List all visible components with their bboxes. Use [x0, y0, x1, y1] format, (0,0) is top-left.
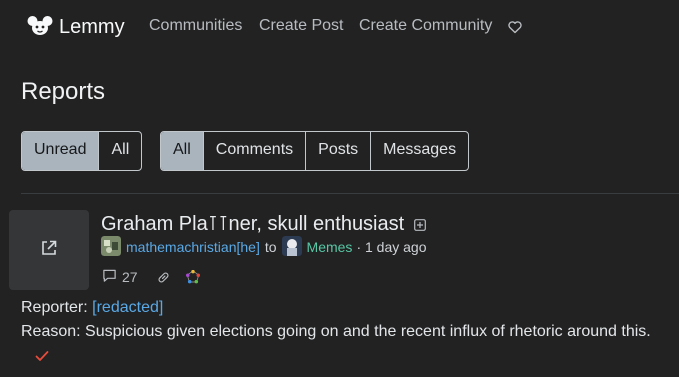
community-avatar [281, 235, 307, 259]
fediverse-icon[interactable] [185, 270, 200, 284]
nav-communities[interactable]: Communities [149, 17, 242, 35]
top-navbar: Lemmy Communities Create Post Create Com… [0, 0, 679, 53]
community-link[interactable]: Memes [307, 239, 353, 255]
brand-link[interactable]: Lemmy [27, 14, 125, 40]
nav-create-post[interactable]: Create Post [259, 17, 343, 35]
comment-icon [102, 268, 117, 286]
comments-link[interactable]: 27 [102, 268, 138, 286]
nav-create-community[interactable]: Create Community [359, 17, 492, 35]
type-all-button[interactable]: All [161, 132, 203, 170]
post-actions: 27 [102, 268, 200, 286]
filter-unread-button[interactable]: Unread [22, 132, 99, 170]
heart-icon[interactable] [507, 19, 523, 35]
expand-icon[interactable] [414, 218, 426, 231]
reason-line: Reason: Suspicious given elections going… [21, 323, 651, 341]
post-thumbnail-link[interactable] [9, 210, 89, 290]
external-link-icon [39, 238, 59, 263]
type-comments-button[interactable]: Comments [202, 132, 305, 170]
reporter-link[interactable]: [redacted] [92, 299, 163, 316]
divider [21, 193, 679, 194]
check-icon [34, 351, 50, 368]
read-state-filter: Unread All [21, 131, 143, 171]
post-time: · 1 day ago [356, 239, 427, 255]
to-label: to [264, 239, 277, 255]
type-posts-button[interactable]: Posts [305, 132, 370, 170]
report-type-filter: All Comments Posts Messages [160, 131, 470, 171]
author-avatar [101, 235, 126, 259]
comment-count: 27 [122, 269, 138, 285]
reporter-label: Reporter: [21, 299, 88, 316]
post-title[interactable]: Graham Pla⊺⊺ner, skull enthusiast [101, 211, 404, 236]
reason-text: Suspicious given elections going on and … [85, 323, 651, 340]
brand-name: Lemmy [59, 15, 125, 38]
link-icon[interactable] [156, 270, 171, 285]
reason-label: Reason: [21, 323, 81, 340]
post-meta: mathemachristian[he] to Memes · 1 day ag… [101, 235, 427, 259]
resolve-report-button[interactable] [34, 348, 50, 364]
filter-all-read-state-button[interactable]: All [98, 132, 141, 170]
reporter-line: Reporter: [redacted] [21, 299, 163, 317]
author-link[interactable]: mathemachristian[he] [126, 239, 260, 255]
lemmy-logo-icon [27, 14, 53, 41]
page-title: Reports [21, 78, 106, 105]
type-messages-button[interactable]: Messages [370, 132, 468, 170]
